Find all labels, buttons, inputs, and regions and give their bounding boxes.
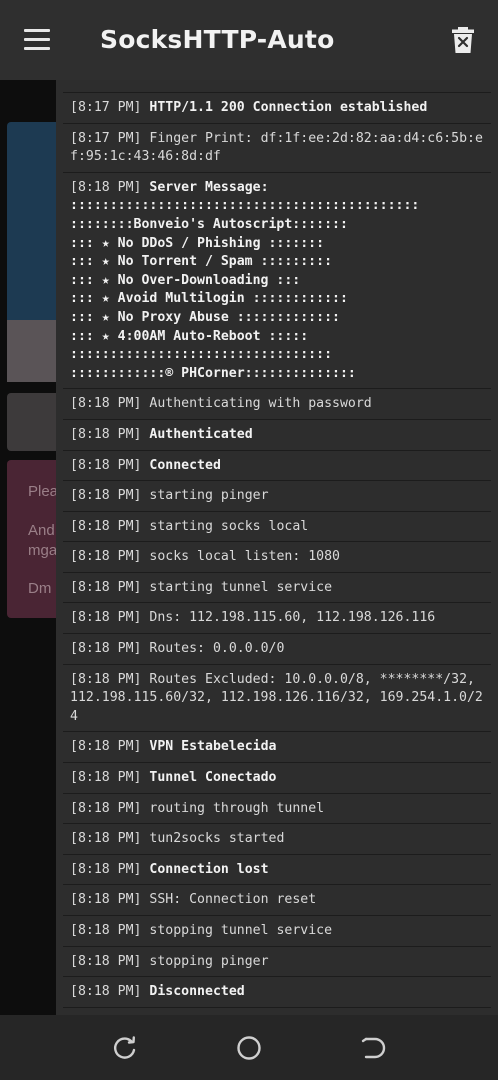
- log-message: Server Message: ::::::::::::::::::::::::…: [70, 179, 420, 381]
- menu-button[interactable]: [22, 26, 56, 54]
- log-message: starting tunnel service: [149, 579, 333, 595]
- app-bar: SocksHTTP-Auto: [0, 0, 498, 80]
- log-entry: [8:18 PM] starting socks local: [63, 512, 491, 543]
- log-entry: [8:18 PM] stopping tunnel service: [63, 916, 491, 947]
- log-entry: [8:18 PM] Authenticating with password: [63, 389, 491, 420]
- log-entry: [8:18 PM] VPN Estabelecida: [63, 732, 491, 764]
- log-entry: [8:18 PM] SSH: Connection reset: [63, 885, 491, 916]
- log-timestamp: [8:17 PM]: [70, 130, 142, 146]
- log-entry: [8:18 PM] Connected: [63, 451, 491, 482]
- back-button[interactable]: [358, 1033, 388, 1063]
- navigation-bar: [0, 1015, 498, 1080]
- log-message: Connected: [149, 457, 221, 473]
- back-icon: [361, 1037, 386, 1059]
- log-message: VPN Estabelecida: [149, 739, 277, 755]
- background-text-2: And: [28, 522, 55, 539]
- log-message: stopping pinger: [149, 953, 269, 969]
- log-message: Dns: 112.198.115.60, 112.198.126.116: [149, 610, 436, 626]
- log-list: [8:17 PM] HTTP/1.1 200 Connection establ…: [63, 92, 491, 1015]
- log-timestamp: [8:18 PM]: [70, 396, 142, 412]
- log-timestamp: [8:17 PM]: [70, 100, 142, 115]
- log-entry: [8:18 PM] socks local listen: 1080: [63, 542, 491, 573]
- log-message: Authenticating with password: [149, 396, 372, 412]
- log-entry: [8:18 PM] starting pinger: [63, 481, 491, 512]
- screen: Plea And mga Dm SocksHTTP-Auto [8:17 PM]…: [0, 0, 498, 1080]
- log-message: Disconnected: [149, 984, 245, 1000]
- log-timestamp: [8:18 PM]: [70, 518, 142, 534]
- recent-apps-icon: [114, 1036, 136, 1059]
- log-timestamp: [8:18 PM]: [70, 426, 142, 442]
- log-timestamp: [8:18 PM]: [70, 953, 142, 969]
- log-message: Authenticated: [149, 426, 253, 442]
- log-entry: [8:17 PM] HTTP/1.1 200 Connection establ…: [63, 92, 491, 124]
- log-message: socks local listen: 1080: [149, 549, 340, 565]
- log-message: starting socks local: [149, 518, 309, 534]
- log-timestamp: [8:18 PM]: [70, 984, 142, 1000]
- log-entry: [8:18 PM] stopping pinger: [63, 947, 491, 978]
- log-entry: [8:18 PM] Server Message: ::::::::::::::…: [63, 173, 491, 390]
- background-text-3: mga: [28, 542, 58, 559]
- log-timestamp: [8:18 PM]: [70, 671, 142, 687]
- log-panel[interactable]: [8:17 PM] HTTP/1.1 200 Connection establ…: [56, 80, 498, 1015]
- log-entry: [8:18 PM] Authenticated: [63, 420, 491, 451]
- log-timestamp: [8:18 PM]: [70, 610, 142, 626]
- trash-icon: [452, 27, 474, 53]
- log-entry: [8:18 PM] Routes Excluded: 10.0.0.0/8, *…: [63, 665, 491, 733]
- log-timestamp: [8:18 PM]: [70, 488, 142, 504]
- log-timestamp: [8:18 PM]: [70, 579, 142, 595]
- app-title: SocksHTTP-Auto: [100, 25, 335, 54]
- log-entry: [8:18 PM] starting tunnel service: [63, 573, 491, 604]
- log-timestamp: [8:18 PM]: [70, 831, 142, 847]
- log-entry: [8:18 PM] Disconnected: [63, 977, 491, 1008]
- log-message: stopping tunnel service: [149, 923, 333, 938]
- log-timestamp: [8:18 PM]: [70, 770, 142, 786]
- clear-log-button[interactable]: [451, 26, 479, 56]
- log-timestamp: [8:18 PM]: [70, 739, 142, 755]
- log-message: Tunnel Conectado: [149, 770, 277, 786]
- log-message: routing through tunnel: [149, 800, 325, 816]
- log-timestamp: [8:18 PM]: [70, 457, 142, 473]
- log-entry: [8:18 PM] tun2socks stopped: [63, 1008, 491, 1016]
- log-timestamp: [8:18 PM]: [70, 923, 142, 938]
- home-icon: [237, 1036, 261, 1060]
- log-entry: [8:17 PM] Finger Print: df:1f:ee:2d:82:a…: [63, 124, 491, 173]
- log-timestamp: [8:18 PM]: [70, 861, 142, 877]
- log-message: Connection lost: [149, 861, 269, 877]
- log-message: Routes: 0.0.0.0/0: [149, 641, 285, 657]
- log-entry: [8:18 PM] routing through tunnel: [63, 794, 491, 825]
- log-entry: [8:18 PM] tun2socks started: [63, 824, 491, 855]
- background-text-1: Plea: [28, 483, 59, 500]
- log-entry: [8:18 PM] Routes: 0.0.0.0/0: [63, 634, 491, 665]
- log-timestamp: [8:18 PM]: [70, 641, 142, 657]
- log-message: starting pinger: [149, 488, 269, 504]
- log-entry: [8:18 PM] Tunnel Conectado: [63, 763, 491, 794]
- log-message: SSH: Connection reset: [149, 892, 317, 908]
- log-timestamp: [8:18 PM]: [70, 549, 142, 565]
- background-text-4: Dm: [28, 580, 52, 597]
- log-entry: [8:18 PM] Connection lost: [63, 855, 491, 886]
- home-button[interactable]: [234, 1033, 264, 1063]
- recent-apps-button[interactable]: [110, 1033, 140, 1063]
- log-timestamp: [8:18 PM]: [70, 892, 142, 908]
- log-timestamp: [8:18 PM]: [70, 800, 142, 816]
- log-entry: [8:18 PM] Dns: 112.198.115.60, 112.198.1…: [63, 603, 491, 635]
- log-message: tun2socks started: [149, 831, 285, 847]
- log-timestamp: [8:18 PM]: [70, 179, 142, 195]
- log-message: HTTP/1.1 200 Connection established: [149, 100, 428, 115]
